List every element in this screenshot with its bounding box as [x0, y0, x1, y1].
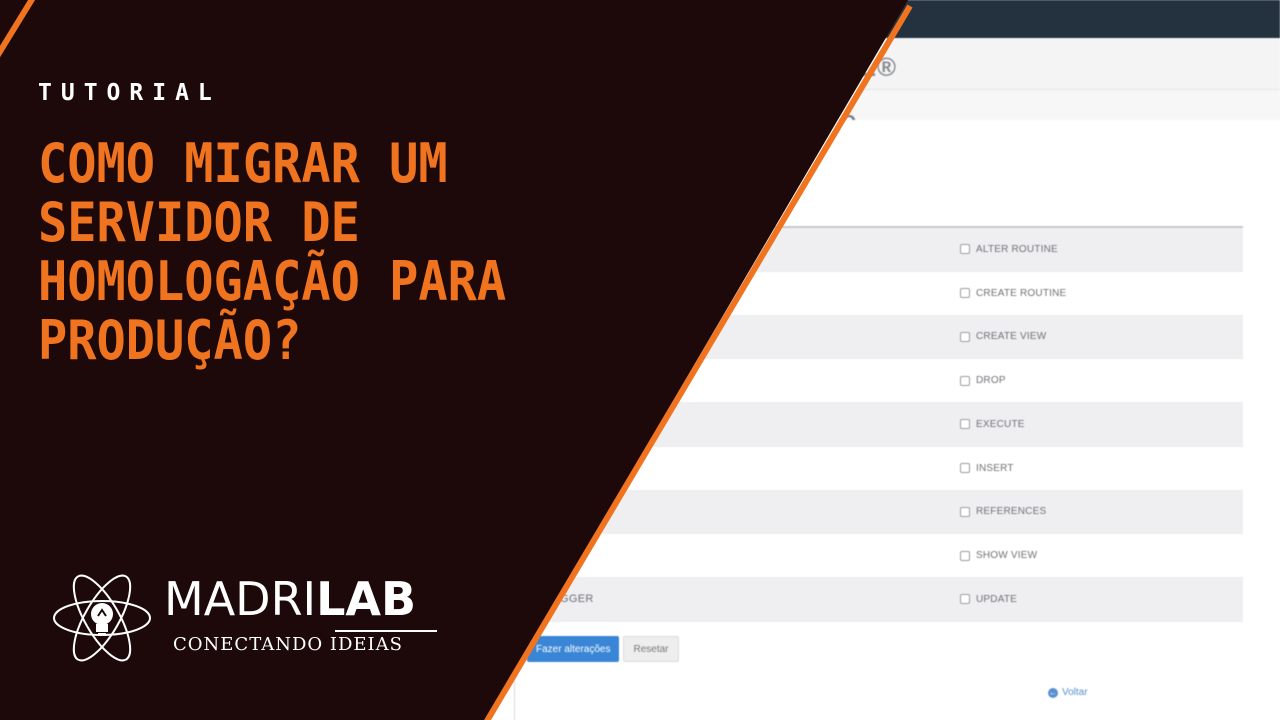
headline-line: SERVIDOR DE	[38, 191, 360, 254]
atom-lightbulb-icon	[53, 574, 151, 662]
logo-tagline: CONECTANDO IDEIAS	[173, 634, 403, 655]
logo-brand-name: MADRILAB	[164, 572, 416, 626]
madrilab-logo: MADRILAB CONECTANDO IDEIAS	[52, 570, 452, 670]
headline-line: PRODUÇÃO?	[38, 309, 302, 372]
headline-line: HOMOLOGAÇÃO PARA	[38, 250, 507, 313]
logo-brand-part2: LAB	[316, 572, 417, 626]
logo-brand-part1: MADRI	[164, 572, 317, 626]
logo-underline	[335, 630, 437, 632]
tutorial-tag: TUTORIAL	[38, 80, 221, 106]
video-headline: COMO MIGRAR UM SERVIDOR DE HOMOLOGAÇÃO P…	[38, 134, 578, 370]
headline-line: COMO MIGRAR UM	[38, 132, 448, 195]
